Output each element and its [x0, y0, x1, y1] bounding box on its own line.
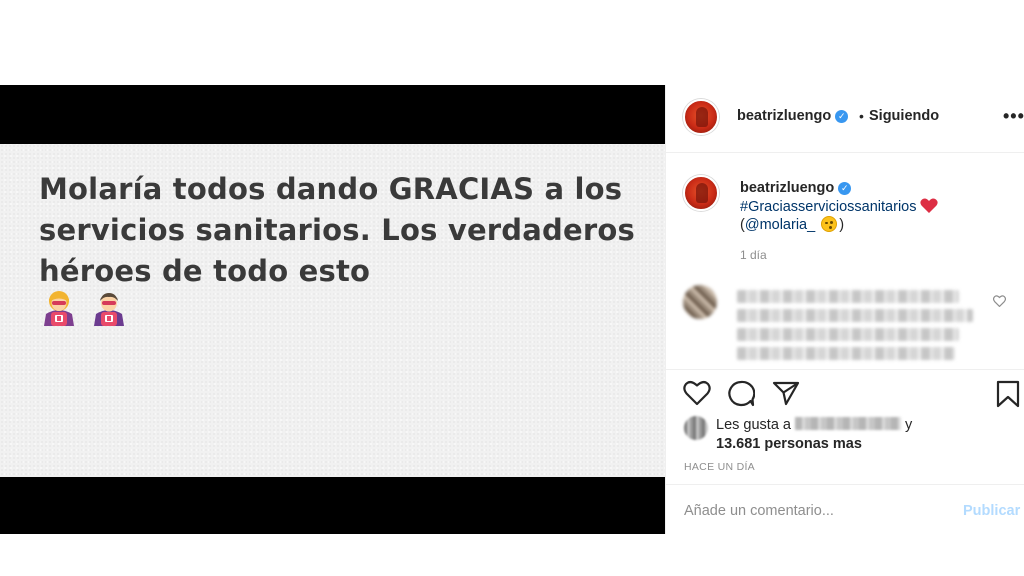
caption-time: 1 día: [740, 248, 767, 262]
post-timestamp[interactable]: HACE UN DÍA: [684, 461, 755, 473]
caption-username[interactable]: beatrizluengo: [740, 180, 834, 196]
save-bookmark-icon[interactable]: [996, 380, 1020, 408]
publish-button[interactable]: Publicar: [963, 503, 1020, 519]
man-superhero-icon: [94, 293, 124, 326]
author-username-link[interactable]: beatrizluengo ✓: [737, 108, 849, 124]
verified-badge-icon: ✓: [838, 182, 852, 195]
verified-badge-icon: ✓: [835, 110, 849, 123]
blurred-comment-line: [737, 347, 955, 360]
caption-mention-line: (@molaria_ ): [740, 216, 844, 233]
caption-hashtag-line: #Graciasserviciossanitarios: [740, 198, 939, 215]
hashtag-link[interactable]: #Graciasserviciossanitarios: [740, 199, 916, 215]
likes-count-link[interactable]: 13.681 personas mas: [716, 436, 862, 452]
mention-close-paren: ): [839, 217, 845, 233]
like-comment-heart-icon[interactable]: [993, 295, 1006, 307]
winking-face-icon: [821, 216, 838, 232]
blurred-comment-line: [737, 290, 959, 303]
red-heart-icon: [920, 198, 939, 213]
post-header: beatrizluengo ✓ • Siguiendo •••: [666, 85, 1024, 153]
more-options-icon[interactable]: •••: [1003, 107, 1024, 125]
post-image-text: Molaría todos dando GRACIAS a los servic…: [39, 172, 635, 288]
likes-prefix: Les gusta a: [716, 417, 791, 433]
commenter-avatar[interactable]: [683, 285, 717, 319]
add-comment-bar: Publicar: [666, 484, 1024, 535]
woman-superhero-icon: [44, 291, 74, 326]
following-button[interactable]: Siguiendo: [869, 108, 939, 124]
likes-summary: Les gusta a y: [716, 417, 912, 433]
likes-suffix: y: [904, 417, 913, 433]
emoji-row: [40, 290, 128, 326]
liker-avatar[interactable]: [684, 416, 708, 440]
header-separator: •: [859, 108, 864, 124]
comment-input[interactable]: [684, 503, 944, 519]
post-actions: Les gusta a y 13.681 personas mas HACE UN…: [666, 369, 1024, 534]
blurred-liker-name[interactable]: [794, 417, 901, 430]
blurred-comment-line: [737, 309, 973, 322]
post-image-card: Molaría todos dando GRACIAS a los servic…: [0, 144, 665, 477]
caption-username-link[interactable]: beatrizluengo ✓: [740, 180, 852, 196]
like-heart-icon[interactable]: [683, 380, 711, 406]
blurred-comment-line: [737, 328, 959, 341]
share-paper-plane-icon[interactable]: [772, 380, 800, 406]
post-side-panel: beatrizluengo ✓ • Siguiendo ••• beatrizlu…: [665, 85, 1024, 534]
comment-bubble-icon[interactable]: [727, 380, 755, 407]
post-media[interactable]: Molaría todos dando GRACIAS a los servic…: [0, 85, 665, 534]
author-avatar[interactable]: [683, 99, 719, 135]
mention-link[interactable]: @molaria_: [745, 217, 815, 233]
caption-avatar[interactable]: [683, 175, 719, 211]
author-username[interactable]: beatrizluengo: [737, 108, 831, 124]
